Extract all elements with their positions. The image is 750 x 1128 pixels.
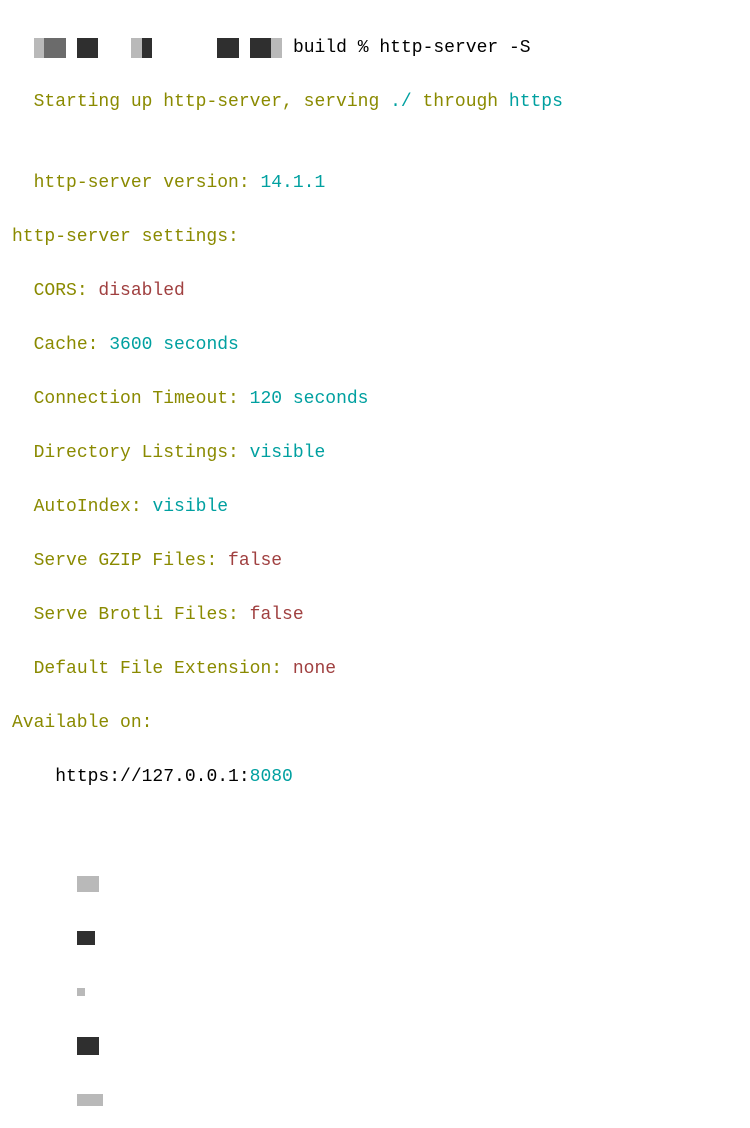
prompt-sep: % xyxy=(358,38,380,58)
defext-value: none xyxy=(293,659,336,679)
startup-proto: https xyxy=(509,92,563,112)
settings-header: http-server settings: xyxy=(12,224,738,251)
available-header: Available on: xyxy=(12,710,738,737)
startup-through: through xyxy=(412,92,509,112)
autoidx-line: AutoIndex: visible xyxy=(12,467,738,521)
spacer xyxy=(12,197,738,224)
cache-line: Cache: 3600 seconds xyxy=(12,305,738,359)
cache-value: 3600 seconds xyxy=(109,335,239,355)
ctimeout-value: 120 seconds xyxy=(250,389,369,409)
ctimeout-line: Connection Timeout: 120 seconds xyxy=(12,359,738,413)
prompt-redacted: [ xyxy=(34,38,283,58)
cors-label: CORS: xyxy=(34,281,99,301)
cache-label: Cache: xyxy=(34,335,110,355)
spacer xyxy=(12,683,738,710)
prompt-line[interactable]: [ build % http-server -S xyxy=(12,8,738,62)
url1-base: https://127.0.0.1: xyxy=(55,767,249,787)
dirlist-line: Directory Listings: visible xyxy=(12,413,738,467)
brotli-line: Serve Brotli Files: false xyxy=(12,575,738,629)
brotli-label: Serve Brotli Files: xyxy=(34,605,250,625)
dirlist-value: visible xyxy=(250,443,326,463)
gzip-line: Serve GZIP Files: false xyxy=(12,521,738,575)
startup-path: ./ xyxy=(390,92,412,112)
ctimeout-label: Connection Timeout: xyxy=(34,389,250,409)
url-line-1: https://127.0.0.1:8080 xyxy=(12,737,738,791)
startup-line: Starting up http-server, serving ./ thro… xyxy=(12,62,738,116)
cors-value: disabled xyxy=(98,281,184,301)
gzip-label: Serve GZIP Files: xyxy=(34,551,228,571)
version-label: http-server version: xyxy=(34,173,261,193)
spacer xyxy=(12,116,738,143)
command-text: http-server -S xyxy=(379,38,530,58)
url1-port: 8080 xyxy=(250,767,293,787)
url-line-2-redacted xyxy=(12,791,738,1128)
brotli-value: false xyxy=(250,605,304,625)
defext-label: Default File Extension: xyxy=(34,659,293,679)
dirlist-label: Directory Listings: xyxy=(34,443,250,463)
cors-line: CORS: disabled xyxy=(12,251,738,305)
autoidx-value: visible xyxy=(152,497,228,517)
prompt-dir: build xyxy=(282,38,358,58)
startup-text-1: Starting up http-server, serving xyxy=(34,92,390,112)
gzip-value: false xyxy=(228,551,282,571)
version-line: http-server version: 14.1.1 xyxy=(12,143,738,197)
version-value: 14.1.1 xyxy=(260,173,325,193)
url1-indent xyxy=(34,767,56,787)
defext-line: Default File Extension: none xyxy=(12,629,738,683)
autoidx-label: AutoIndex: xyxy=(34,497,153,517)
